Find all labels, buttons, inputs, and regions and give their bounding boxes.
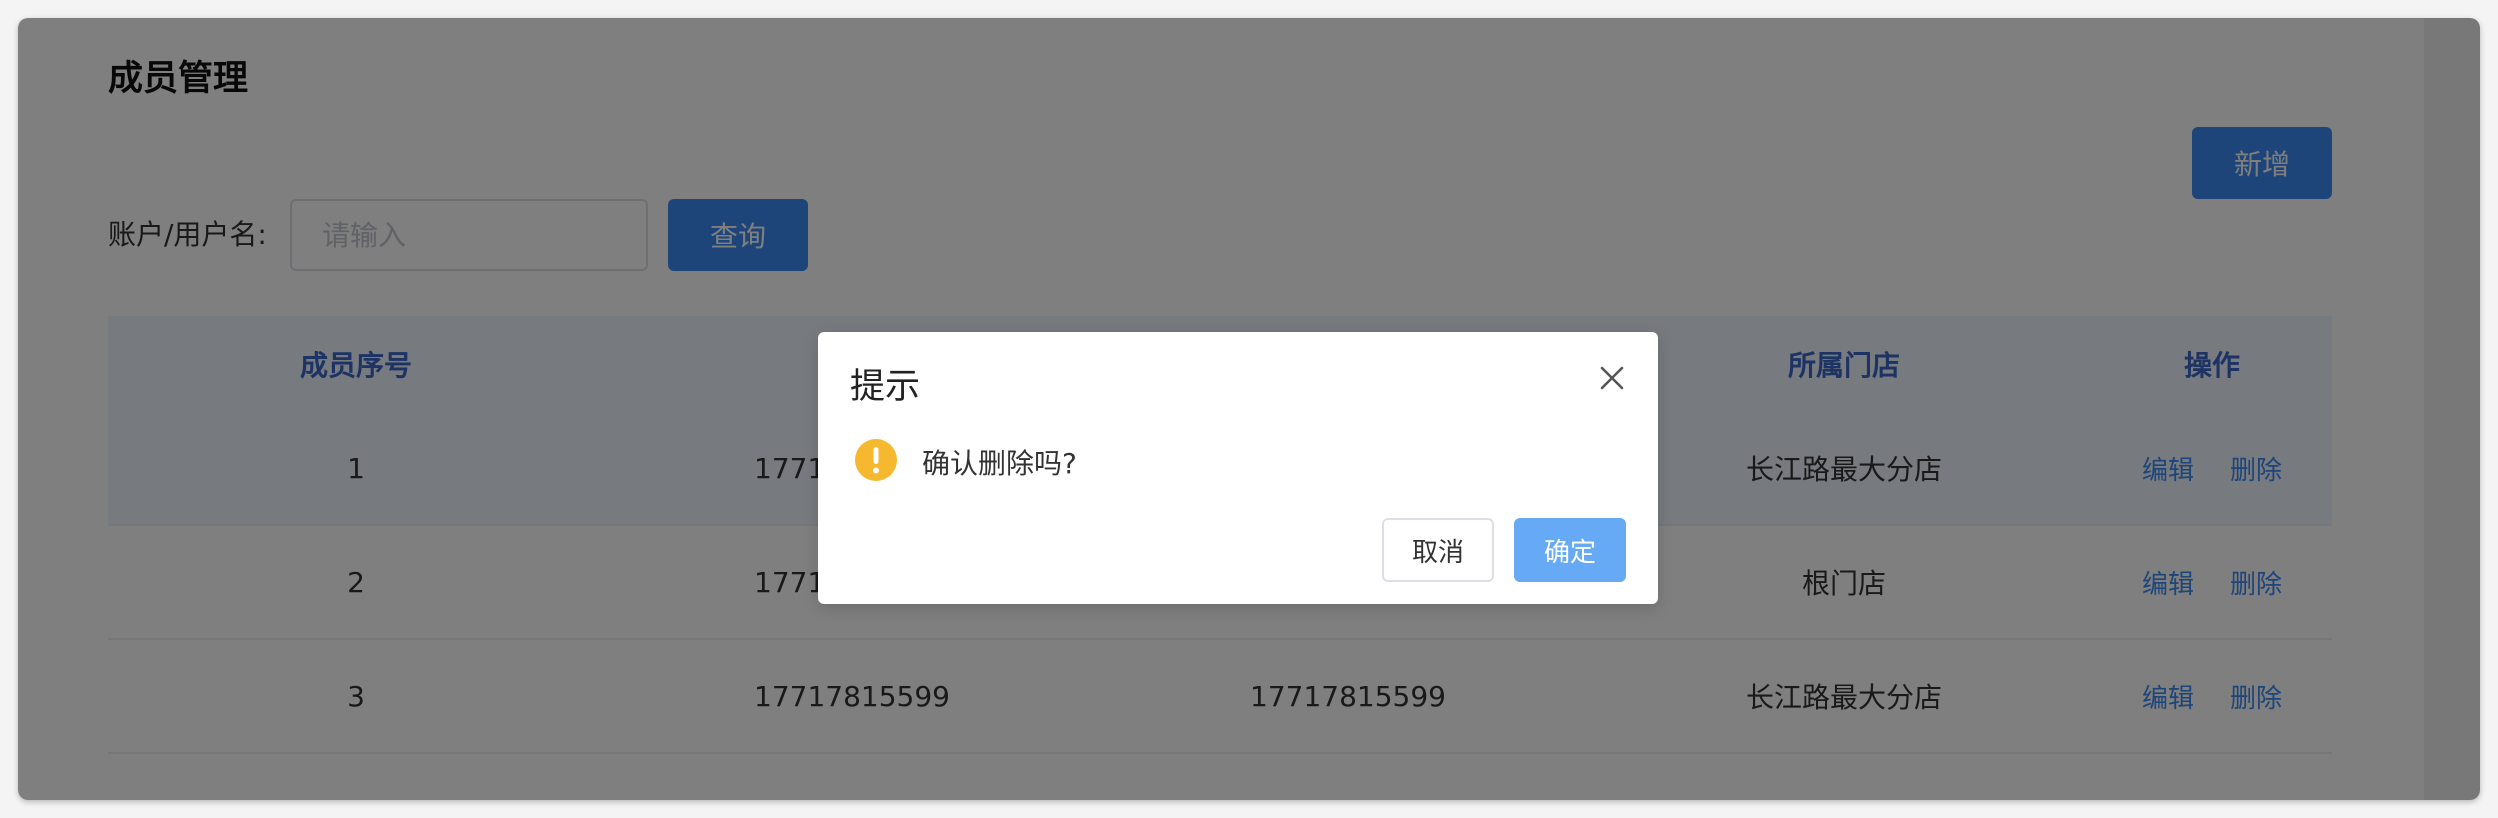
app-window: 成员管理 新增 账户/用户名: 查询 成员序号 账户 用户名 所属门店 操作 1… [18,18,2480,800]
dialog-message: 确认删除吗? [922,447,1077,480]
confirm-button[interactable]: 确定 [1514,518,1626,582]
warning-icon [854,438,898,482]
confirm-dialog: 提示 确认删除吗? 取消 确定 [818,332,1658,604]
cancel-button[interactable]: 取消 [1382,518,1494,582]
dialog-title: 提示 [850,367,921,407]
close-icon[interactable] [1596,362,1628,394]
